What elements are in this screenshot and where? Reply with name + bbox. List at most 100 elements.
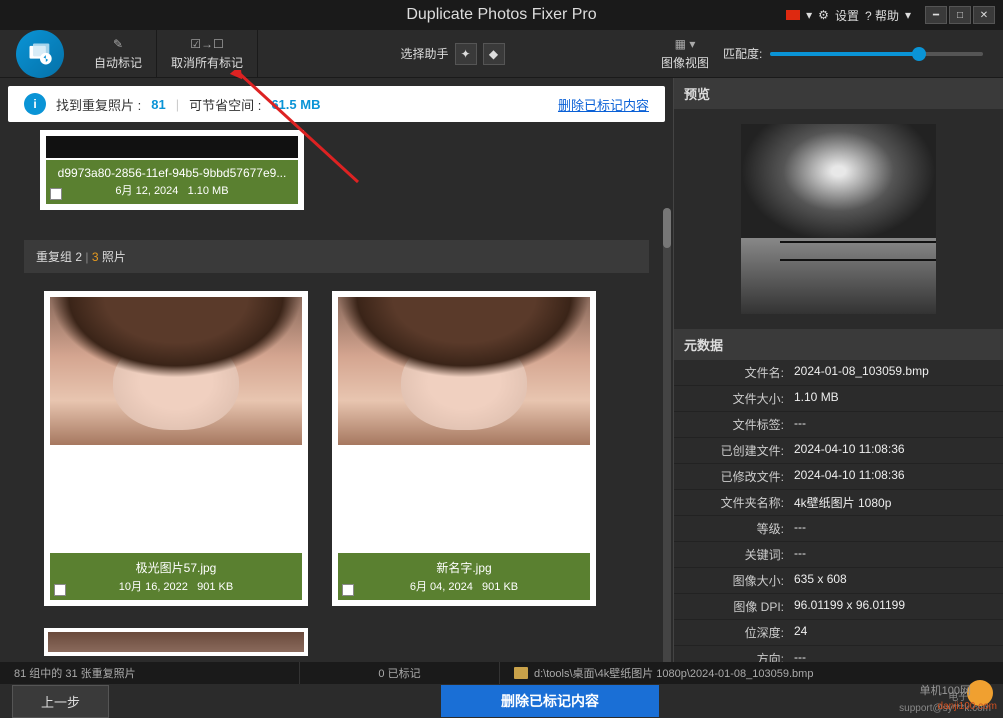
image-view-button[interactable]: ▦ ▾ 图像视图 (647, 30, 723, 77)
metadata-value: --- (794, 416, 993, 433)
found-count: 81 (151, 97, 165, 112)
metadata-value: 96.01199 x 96.01199 (794, 598, 993, 615)
metadata-row: 文件夹名称:4k壁纸图片 1080p (674, 490, 1003, 516)
metadata-value: 24 (794, 624, 993, 641)
metadata-value: --- (794, 546, 993, 563)
metadata-key: 已创建文件: (684, 442, 794, 459)
settings-label[interactable]: 设置 (835, 7, 859, 24)
results-list: d9973a80-2856-11ef-94b5-9bbd57677e9... 6… (0, 130, 673, 656)
slider-handle[interactable] (912, 47, 926, 61)
help-label[interactable]: ? 帮助 (865, 7, 899, 24)
titlebar: Duplicate Photos Fixer Pro ▾ ⚙ 设置 ? 帮助 ▾… (0, 0, 1003, 30)
app-logo (0, 30, 80, 78)
photo-card[interactable] (44, 628, 308, 656)
photo-checkbox[interactable] (342, 584, 354, 596)
thumbnail (46, 136, 298, 158)
select-helper-group: 选择助手 ✦ ◆ (401, 43, 505, 65)
metadata-value: 2024-04-10 11:08:36 (794, 442, 993, 459)
language-flag-icon[interactable] (786, 10, 800, 20)
match-level-label: 匹配度: (723, 45, 762, 62)
metadata-key: 图像 DPI: (684, 598, 794, 615)
metadata-row: 文件名:2024-01-08_103059.bmp (674, 360, 1003, 386)
metadata-row: 已创建文件:2024-04-10 11:08:36 (674, 438, 1003, 464)
status-path: d:\tools\桌面\4k壁纸图片 1080p\2024-01-08_1030… (500, 665, 1003, 681)
photo-card[interactable]: 新名字.jpg 6月 04, 2024 901 KB (332, 291, 596, 606)
save-label: 可节省空间 : (189, 95, 261, 114)
metadata-row: 文件标签:--- (674, 412, 1003, 438)
delete-marked-button[interactable]: 删除已标记内容 (441, 685, 659, 717)
dropdown-arrow-icon[interactable]: ▾ (806, 8, 812, 22)
scrollbar[interactable] (663, 208, 671, 662)
metadata-key: 已修改文件: (684, 468, 794, 485)
folder-icon (514, 667, 528, 679)
photo-checkbox[interactable] (54, 584, 66, 596)
app-title: Duplicate Photos Fixer Pro (406, 6, 596, 24)
unmark-all-button[interactable]: ☑→☐ 取消所有标记 (157, 30, 258, 77)
dropdown-arrow-icon[interactable]: ▾ (905, 8, 911, 22)
photo-card[interactable]: d9973a80-2856-11ef-94b5-9bbd57677e9... 6… (40, 130, 304, 210)
metadata-row: 方向:--- (674, 646, 1003, 662)
thumbnail (50, 297, 302, 445)
match-level-slider[interactable] (770, 52, 983, 56)
helper-btn-2[interactable]: ◆ (483, 43, 505, 65)
maximize-button[interactable]: □ (949, 6, 971, 24)
metadata-row: 图像 DPI:96.01199 x 96.01199 (674, 594, 1003, 620)
image-view-label: 图像视图 (661, 54, 709, 71)
bottom-bar: 上一步 删除已标记内容 电子邮件: support@sy***k.com (0, 684, 1003, 718)
metadata-key: 文件名: (684, 364, 794, 381)
watermark: 单机100网 danji100.com (907, 680, 997, 712)
gear-icon[interactable]: ⚙ (818, 8, 829, 22)
status-bar: 81 组中的 31 张重复照片 0 已标记 d:\tools\桌面\4k壁纸图片… (0, 662, 1003, 684)
metadata-row: 图像大小:635 x 608 (674, 568, 1003, 594)
metadata-key: 位深度: (684, 624, 794, 641)
metadata-value: 4k壁纸图片 1080p (794, 494, 993, 511)
info-icon: i (24, 93, 46, 115)
metadata-value: 2024-01-08_103059.bmp (794, 364, 993, 381)
photo-checkbox[interactable] (50, 188, 62, 200)
metadata-value: --- (794, 520, 993, 537)
status-groups: 81 组中的 31 张重复照片 (0, 662, 300, 684)
prev-button[interactable]: 上一步 (12, 685, 109, 718)
delete-marked-link[interactable]: 删除已标记内容 (558, 95, 649, 114)
metadata-key: 方向: (684, 650, 794, 662)
metadata-row: 关键词:--- (674, 542, 1003, 568)
metadata-key: 文件大小: (684, 390, 794, 407)
metadata-key: 文件标签: (684, 416, 794, 433)
info-bar: i 找到重复照片 : 81 | 可节省空间 : 61.5 MB 删除已标记内容 (8, 86, 665, 122)
close-button[interactable]: ✕ (973, 6, 995, 24)
status-marked: 0 已标记 (300, 662, 500, 684)
metadata-header: 元数据 (674, 329, 1003, 360)
photo-filename: 极光图片57.jpg (58, 559, 294, 576)
metadata-key: 关键词: (684, 546, 794, 563)
metadata-value: 1.10 MB (794, 390, 993, 407)
thumbnail (338, 297, 590, 445)
found-label: 找到重复照片 : (56, 95, 141, 114)
preview-image (674, 109, 1003, 329)
metadata-row: 位深度:24 (674, 620, 1003, 646)
select-helper-label: 选择助手 (401, 45, 449, 62)
metadata-value: 2024-04-10 11:08:36 (794, 468, 993, 485)
minimize-button[interactable]: ━ (925, 6, 947, 24)
unmark-icon: ☑→☐ (190, 36, 224, 52)
metadata-key: 等级: (684, 520, 794, 537)
group-header: 重复组 2 | 3 照片 (24, 240, 649, 273)
photo-filename: d9973a80-2856-11ef-94b5-9bbd57677e9... (54, 166, 290, 180)
grid-icon: ▦ ▾ (675, 36, 696, 52)
thumbnail (48, 632, 304, 652)
results-panel: i 找到重复照片 : 81 | 可节省空间 : 61.5 MB 删除已标记内容 … (0, 78, 673, 662)
metadata-row: 文件大小:1.10 MB (674, 386, 1003, 412)
unmark-all-label: 取消所有标记 (171, 54, 243, 71)
photo-filename: 新名字.jpg (346, 559, 582, 576)
wand-icon: ✎ (113, 36, 123, 52)
save-value: 61.5 MB (271, 97, 320, 112)
metadata-table: 文件名:2024-01-08_103059.bmp文件大小:1.10 MB文件标… (674, 360, 1003, 662)
details-panel: 预览 元数据 文件名:2024-01-08_103059.bmp文件大小:1.1… (673, 78, 1003, 662)
photo-card[interactable]: 极光图片57.jpg 10月 16, 2022 901 KB (44, 291, 308, 606)
auto-mark-button[interactable]: ✎ 自动标记 (80, 30, 157, 77)
metadata-key: 图像大小: (684, 572, 794, 589)
helper-btn-1[interactable]: ✦ (455, 43, 477, 65)
auto-mark-label: 自动标记 (94, 54, 142, 71)
metadata-value: --- (794, 650, 993, 662)
metadata-key: 文件夹名称: (684, 494, 794, 511)
metadata-row: 等级:--- (674, 516, 1003, 542)
